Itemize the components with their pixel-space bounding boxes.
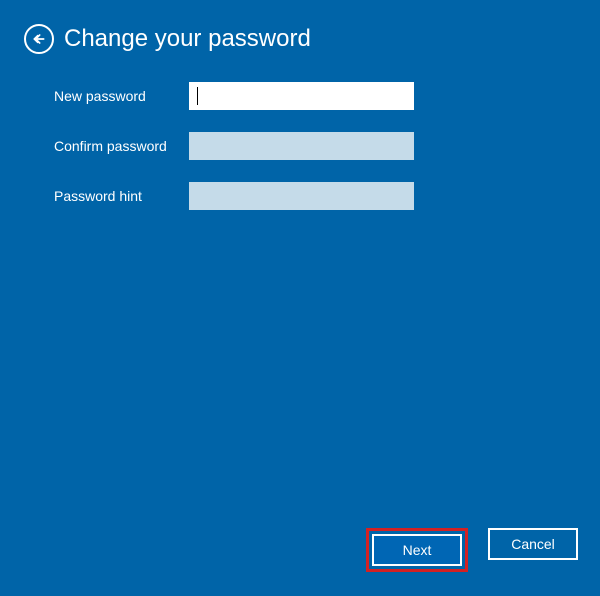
next-button-highlight: Next (366, 528, 468, 572)
password-hint-field[interactable] (189, 182, 414, 210)
new-password-field[interactable] (189, 82, 414, 110)
confirm-password-field[interactable] (189, 132, 414, 160)
cancel-button[interactable]: Cancel (488, 528, 578, 560)
confirm-password-label: Confirm password (54, 138, 189, 154)
back-arrow-icon[interactable] (24, 24, 54, 54)
page-title: Change your password (64, 25, 311, 53)
new-password-label: New password (54, 88, 189, 104)
password-form: New password Confirm password Password h… (0, 54, 600, 210)
password-hint-label: Password hint (54, 188, 189, 204)
next-button[interactable]: Next (372, 534, 462, 566)
